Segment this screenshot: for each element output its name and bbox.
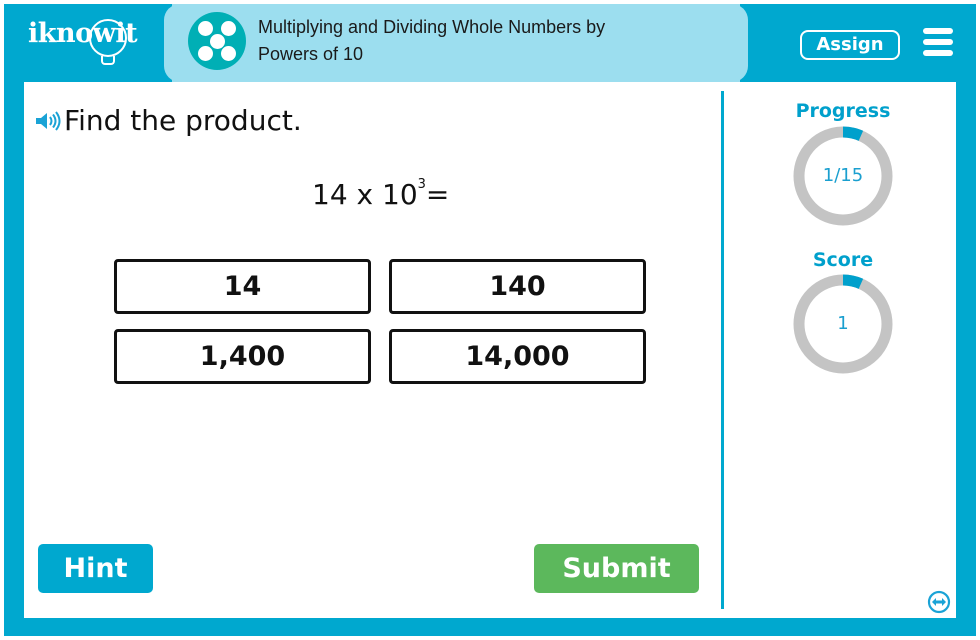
activity-panel: Find the product. 14 x 103= 14 140 1,400… [24, 82, 956, 618]
answer-option[interactable]: 14 [114, 259, 371, 314]
lesson-title-tab: Multiplying and Dividing Whole Numbers b… [164, 4, 748, 82]
speaker-icon[interactable] [34, 110, 62, 131]
equation-base: 14 x 10 [312, 178, 418, 211]
submit-button[interactable]: Submit [534, 544, 699, 593]
progress-value: 1/15 [822, 165, 864, 186]
assign-button[interactable]: Assign [800, 30, 900, 60]
panel-divider [721, 91, 724, 609]
app-frame: ikno wit Multiplying and Dividing Whole N… [4, 4, 976, 636]
top-bar: ikno wit Multiplying and Dividing Whole N… [4, 4, 976, 82]
equation-suffix: = [425, 178, 450, 211]
answer-option[interactable]: 140 [389, 259, 646, 314]
equation-exponent: 3 [417, 176, 426, 192]
answer-option[interactable]: 14,000 [389, 329, 646, 384]
expand-horizontal-icon[interactable] [927, 590, 951, 614]
hamburger-menu-icon[interactable] [923, 28, 953, 56]
five-dots-icon [188, 12, 246, 70]
prompt-text: Find the product. [64, 104, 302, 137]
question-prompt: Find the product. [34, 104, 302, 137]
lesson-title-line-2: Powers of 10 [258, 44, 364, 64]
progress-label: Progress [795, 100, 891, 122]
equation: 14 x 103= [312, 176, 450, 211]
score-label: Score [812, 249, 874, 271]
lesson-title: Multiplying and Dividing Whole Numbers b… [258, 14, 605, 68]
logo-text: ikno [28, 18, 93, 49]
iknowit-logo[interactable]: ikno wit [28, 18, 138, 68]
lesson-title-line-1: Multiplying and Dividing Whole Numbers b… [258, 17, 606, 37]
answer-option[interactable]: 1,400 [114, 329, 371, 384]
score-value: 1 [837, 313, 849, 334]
hint-button[interactable]: Hint [38, 544, 153, 593]
lightbulb-icon: wit [88, 18, 138, 65]
